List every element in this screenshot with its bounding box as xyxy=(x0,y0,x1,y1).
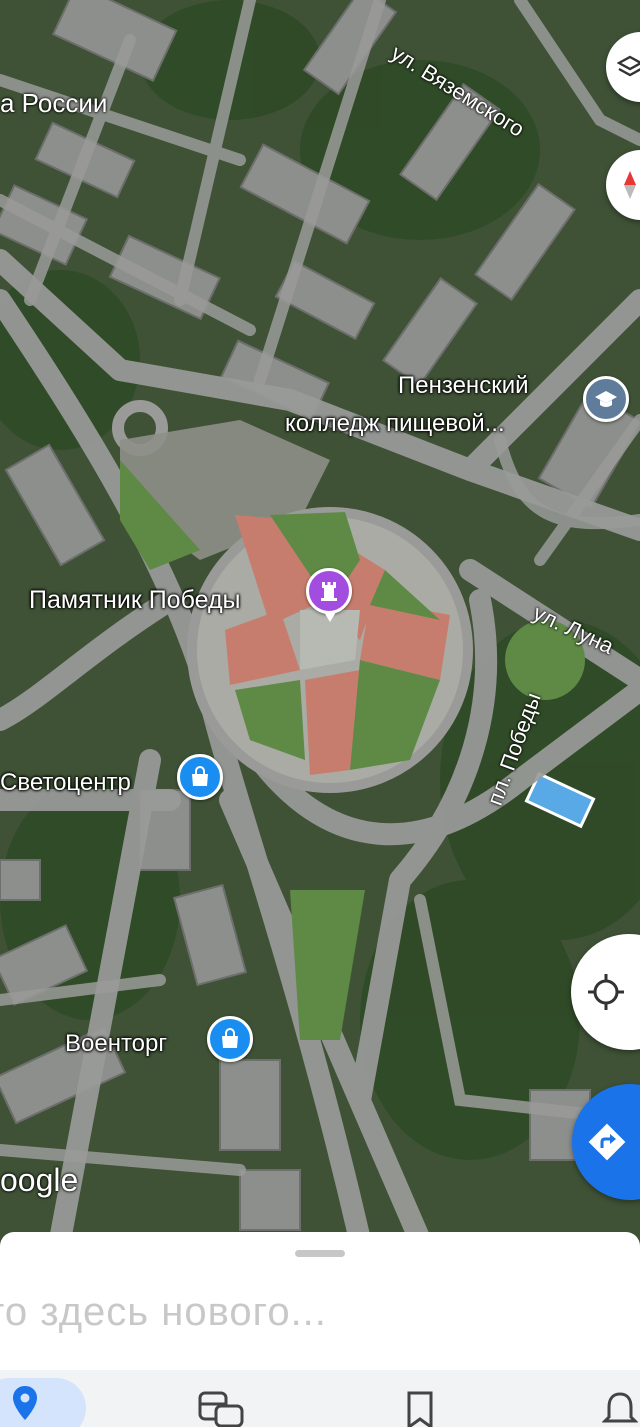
poi-label-college-line2[interactable]: колледж пищевой... xyxy=(285,410,505,438)
sheet-drag-handle[interactable] xyxy=(295,1250,345,1257)
street-label-russia: а России xyxy=(0,88,108,118)
poi-pin-monument[interactable] xyxy=(306,568,352,614)
poi-label-college-line1[interactable]: Пензенский xyxy=(398,372,529,400)
layers-icon xyxy=(617,55,640,77)
google-logo: oogle xyxy=(0,1162,79,1198)
poi-label-monument[interactable]: Памятник Победы xyxy=(29,586,241,615)
poi-label-svetocentr[interactable]: Светоцентр xyxy=(0,769,131,797)
poi-pin-svetocentr[interactable] xyxy=(177,754,223,800)
bell-icon xyxy=(602,1392,638,1423)
bottom-navigation xyxy=(0,1370,640,1427)
poi-pin-voentorg[interactable] xyxy=(207,1016,253,1062)
compass-icon xyxy=(624,171,636,199)
crosshair-icon xyxy=(588,974,624,1010)
map-view[interactable]: а России ул. Вяземского ул. Луна пл. Поб… xyxy=(0,0,640,1240)
school-icon xyxy=(595,391,617,407)
directions-icon xyxy=(588,1123,626,1161)
commute-icon xyxy=(198,1391,244,1427)
nav-item-explore[interactable] xyxy=(0,1384,50,1427)
shopping-bag-icon xyxy=(192,766,208,786)
nav-item-saved[interactable] xyxy=(400,1390,440,1427)
location-pin-icon xyxy=(13,1386,37,1420)
whats-new-heading[interactable]: то здесь нового... xyxy=(0,1290,327,1335)
nav-item-updates[interactable] xyxy=(600,1390,640,1427)
shopping-bag-icon xyxy=(222,1028,238,1048)
monument-pin-tail xyxy=(324,612,336,622)
poi-label-voentorg[interactable]: Военторг xyxy=(65,1030,167,1058)
poi-pin-college[interactable] xyxy=(583,376,629,422)
nav-item-commute[interactable] xyxy=(190,1390,250,1427)
monument-icon xyxy=(321,582,337,601)
bookmark-icon xyxy=(407,1391,433,1427)
explore-sheet[interactable]: то здесь нового... xyxy=(0,1232,640,1427)
